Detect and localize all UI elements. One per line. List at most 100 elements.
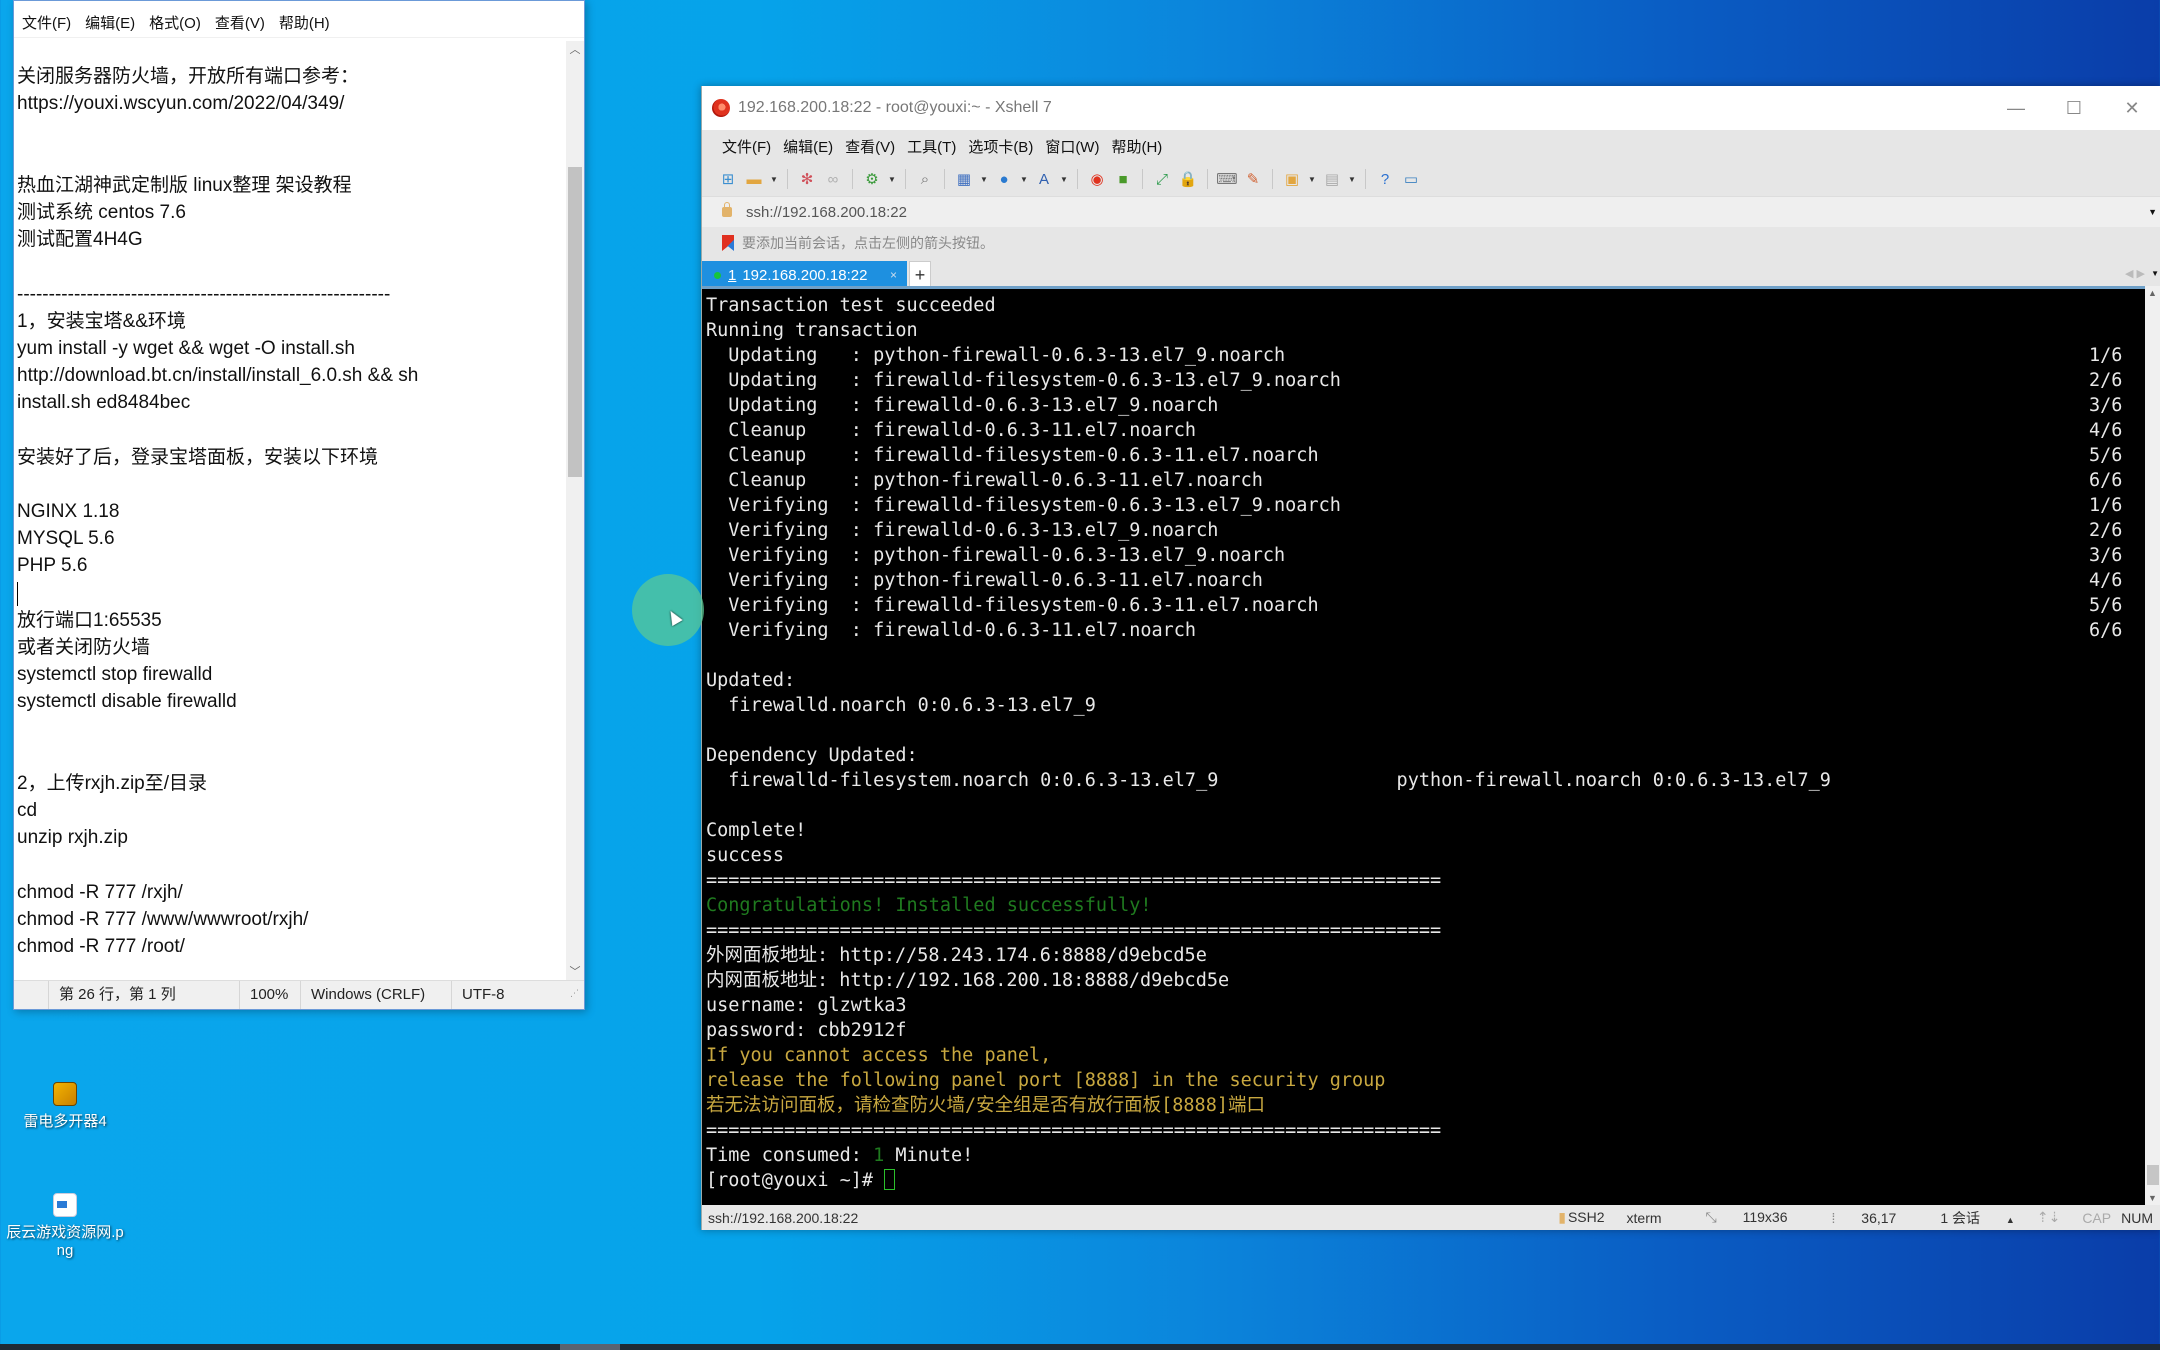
- terminal-line: Cleanup : firewalld-filesystem-0.6.3-11.…: [706, 443, 2145, 468]
- find-icon[interactable]: ⌕: [915, 169, 935, 189]
- new-tab-button[interactable]: +: [909, 261, 931, 289]
- terminal-line-text: Time consumed:: [706, 1145, 874, 1166]
- notepad-vertical-scrollbar[interactable]: ︿ ﹀: [566, 41, 584, 981]
- globe-icon[interactable]: ●: [994, 169, 1014, 189]
- dropdown-arrow-icon[interactable]: ▼: [1060, 175, 1068, 184]
- notepad-text-area[interactable]: 关闭服务器防火墙，开放所有端口参考： https://youxi.wscyun.c…: [14, 41, 566, 981]
- status-protocol: ▮ SSH2: [1536, 1209, 1604, 1226]
- tab-close-icon[interactable]: ×: [890, 268, 897, 282]
- scrollbar-thumb[interactable]: [568, 167, 582, 477]
- notepad-line: [17, 145, 566, 172]
- terminal-line-text: password: cbb2912f: [706, 1020, 907, 1041]
- taskbar-active-item[interactable]: [560, 1344, 620, 1350]
- menu-tools[interactable]: 工具(T): [907, 136, 956, 157]
- dropdown-arrow-icon[interactable]: ▼: [1348, 175, 1356, 184]
- layout-icon[interactable]: ▤: [1322, 169, 1342, 189]
- session-tab[interactable]: 1 192.168.200.18:22 ×: [702, 261, 907, 289]
- scroll-down-icon[interactable]: ▼: [2148, 1193, 2157, 1203]
- connect-icon[interactable]: ✻: [797, 169, 817, 189]
- address-dropdown-icon[interactable]: ▼: [2148, 207, 2157, 217]
- terminal-line: password: cbb2912f: [706, 1018, 2145, 1043]
- dropdown-arrow-icon[interactable]: ▼: [980, 175, 988, 184]
- scroll-down-icon[interactable]: ﹀: [566, 963, 584, 981]
- dropdown-arrow-icon[interactable]: ▼: [770, 175, 778, 184]
- dropdown-arrow-icon[interactable]: ▼: [1020, 175, 1028, 184]
- xshell-menu-bar: 文件(F) 编辑(E) 查看(V) 工具(T) 选项卡(B) 窗口(W) 帮助(…: [702, 130, 2160, 162]
- new-session-icon[interactable]: ⊞: [718, 169, 738, 189]
- keyboard-icon[interactable]: ⌨: [1216, 169, 1238, 189]
- notepad-text-lines: 关闭服务器防火墙，开放所有端口参考： https://youxi.wscyun.c…: [14, 41, 566, 960]
- desktop-icon-ldplayer[interactable]: 雷电多开器4: [0, 1082, 130, 1131]
- menu-file[interactable]: 文件(F): [722, 136, 771, 157]
- transaction-progress-count: 3/6: [2089, 395, 2123, 416]
- terminal-scrollbar[interactable]: ▲ ▼: [2145, 286, 2160, 1205]
- tab-list-dropdown-icon[interactable]: ▼: [2151, 269, 2159, 278]
- window-title: 192.168.200.18:22 - root@youxi:~ - Xshel…: [738, 99, 1052, 116]
- terminal-line-text: Transaction test succeeded: [706, 295, 996, 316]
- tab-scroll-arrows-icon[interactable]: ◀ ▶: [2125, 267, 2145, 280]
- terminal-line: [root@youxi ~]#: [706, 1168, 2145, 1193]
- notepad-line: [17, 743, 566, 770]
- help-icon[interactable]: ?: [1375, 169, 1395, 189]
- scroll-up-icon[interactable]: ▲: [2148, 288, 2157, 298]
- status-sessions[interactable]: 1 会话 ▲: [1918, 1208, 2015, 1228]
- transfer-icon[interactable]: ▦: [954, 169, 974, 189]
- terminal-line: Verifying : python-firewall-0.6.3-11.el7…: [706, 568, 2145, 593]
- menu-help[interactable]: 帮助(H): [279, 10, 330, 35]
- scrollbar-thumb[interactable]: [2147, 1165, 2159, 1185]
- xshell-title-bar[interactable]: 192.168.200.18:22 - root@youxi:~ - Xshel…: [702, 86, 2160, 130]
- maximize-button[interactable]: ☐: [2045, 98, 2103, 119]
- transaction-progress-count: 6/6: [2089, 470, 2123, 491]
- status-caps-lock: CAP: [2082, 1209, 2112, 1226]
- address-bar[interactable]: ssh://192.168.200.18:22 ▼: [702, 196, 2160, 227]
- menu-file[interactable]: 文件(F): [22, 10, 71, 35]
- menu-help[interactable]: 帮助(H): [1111, 136, 1162, 157]
- bookmark-arrow-icon[interactable]: [722, 235, 734, 251]
- notepad-line: install.sh ed8484bec: [17, 392, 191, 414]
- scroll-arrows-icon[interactable]: ⇡⇣: [2037, 1209, 2060, 1226]
- open-folder-icon[interactable]: ▬: [744, 169, 764, 189]
- terminal-line-text: Cleanup : firewalld-0.6.3-11.el7.noarch: [706, 420, 1197, 441]
- dropdown-arrow-icon[interactable]: ▼: [1308, 175, 1316, 184]
- resize-grip-icon[interactable]: ⋰: [570, 988, 584, 1002]
- scroll-up-icon[interactable]: ︿: [566, 41, 584, 59]
- menu-view[interactable]: 查看(V): [215, 10, 265, 35]
- transaction-progress-count: 3/6: [2089, 545, 2123, 566]
- close-button[interactable]: ✕: [2103, 98, 2160, 119]
- fullscreen-icon[interactable]: ⤢: [1152, 169, 1172, 189]
- xshell-logo-icon[interactable]: ◉: [1087, 169, 1107, 189]
- lock-icon[interactable]: 🔒: [1178, 169, 1198, 189]
- status-encoding: UTF-8: [451, 981, 542, 1009]
- notepad-line: [17, 471, 566, 498]
- menu-tabs[interactable]: 选项卡(B): [968, 136, 1033, 157]
- status-terminal-type: xterm: [1626, 1209, 1662, 1226]
- add-folder-icon[interactable]: ▣: [1282, 169, 1302, 189]
- notepad-line: [17, 851, 566, 878]
- notepad-line: cd: [17, 800, 38, 822]
- terminal-line-text: Updating : firewalld-0.6.3-13.el7_9.noar…: [706, 395, 1219, 416]
- menu-window[interactable]: 窗口(W): [1045, 136, 1099, 157]
- terminal-line-text: Verifying : python-firewall-0.6.3-11.el7…: [706, 570, 1263, 591]
- toolbar-separator: [1272, 169, 1273, 189]
- minimize-button[interactable]: —: [1987, 98, 2045, 119]
- menu-edit[interactable]: 编辑(E): [783, 136, 833, 157]
- disconnect-icon[interactable]: ∞: [823, 169, 843, 189]
- notepad-line: NGINX 1.18: [17, 501, 120, 522]
- dropdown-arrow-icon[interactable]: ▼: [888, 175, 896, 184]
- menu-format[interactable]: 格式(O): [149, 10, 201, 35]
- xftp-icon[interactable]: ■: [1113, 169, 1133, 189]
- menu-view[interactable]: 查看(V): [845, 136, 895, 157]
- lock-icon: ▮: [1558, 1209, 1566, 1225]
- xshell-window: 192.168.200.18:22 - root@youxi:~ - Xshel…: [701, 86, 2160, 1230]
- terminal-line: Complete!: [706, 818, 2145, 843]
- highlight-icon[interactable]: ✎: [1243, 169, 1263, 189]
- terminal[interactable]: Transaction test succeeded Running transa…: [702, 286, 2145, 1205]
- transaction-progress-count: 1/6: [2089, 345, 2123, 366]
- terminal-line-text: success: [706, 845, 784, 866]
- desktop-icon-png-file[interactable]: 辰云游戏资源网.png: [0, 1193, 130, 1259]
- menu-edit[interactable]: 编辑(E): [85, 10, 135, 35]
- chat-icon[interactable]: ▭: [1401, 169, 1421, 189]
- font-icon[interactable]: A: [1034, 169, 1054, 189]
- session-properties-icon[interactable]: ⚙: [862, 169, 882, 189]
